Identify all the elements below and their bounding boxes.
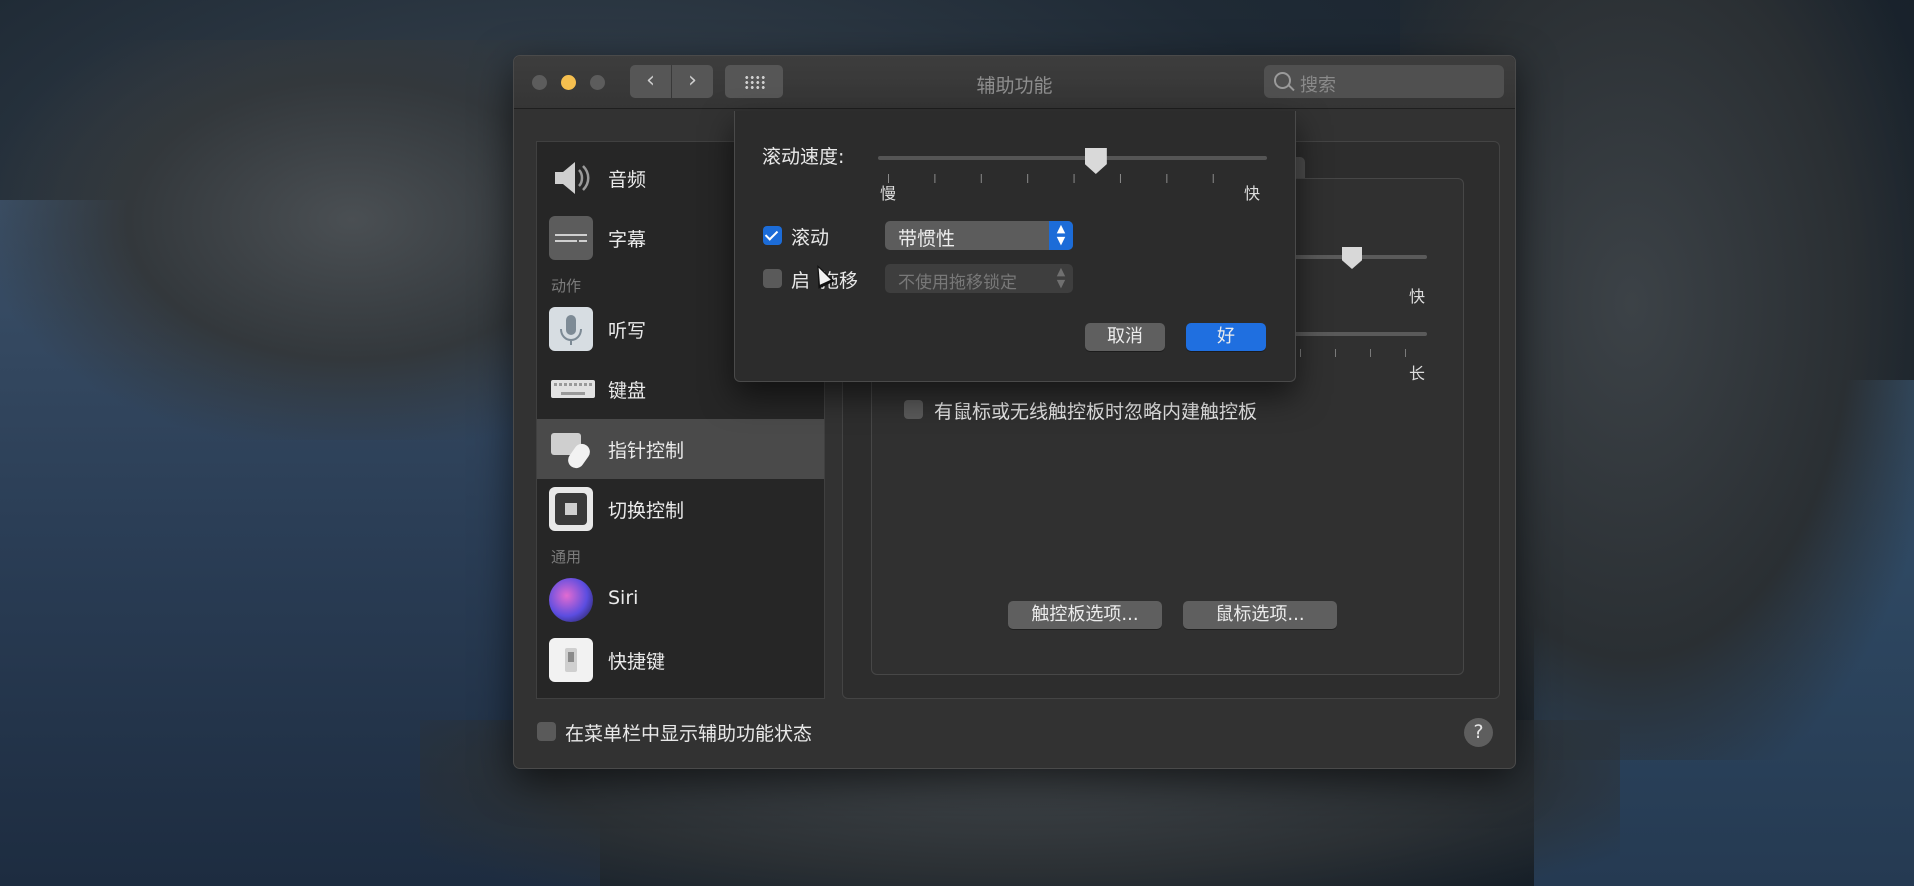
scroll-speed-slider[interactable]	[878, 156, 1267, 160]
title-bar: ‹ › 辅助功能 搜索	[514, 56, 1515, 109]
keyboard-icon	[549, 367, 595, 411]
scroll-speed-min-label: 慢	[880, 184, 897, 203]
scroll-speed-thumb[interactable]	[1084, 148, 1107, 174]
pointer-control-icon	[549, 427, 593, 471]
sidebar-item-switch-control[interactable]: 切换控制	[537, 479, 824, 539]
switch-control-icon	[549, 487, 593, 531]
sidebar-item-shortcut[interactable]: 快捷键	[537, 630, 824, 690]
scroll-inertia-popup[interactable]: 带惯性 ▲ ▼	[885, 221, 1073, 250]
scroll-label: 滚动	[791, 227, 830, 249]
section-header-motor: 动作	[551, 277, 582, 295]
shortcut-icon	[549, 638, 593, 682]
mouse-options-button[interactable]: 鼠标选项...	[1183, 601, 1337, 629]
enable-drag-label-start: 启	[791, 270, 811, 292]
sidebar-item-label: 音频	[608, 169, 647, 191]
ignore-trackpad-checkbox[interactable]	[904, 400, 923, 419]
section-header-general: 通用	[551, 548, 582, 566]
drag-lock-popup[interactable]: 不使用拖移锁定 ▲ ▼	[885, 264, 1073, 293]
captions-icon	[549, 216, 593, 260]
speaker-icon	[549, 156, 593, 200]
ignore-trackpad-label: 有鼠标或无线触控板时忽略内建触控板	[934, 401, 1258, 423]
sidebar-item-siri[interactable]: Siri	[537, 570, 824, 630]
siri-icon	[549, 578, 593, 622]
search-field[interactable]: 搜索	[1264, 65, 1504, 98]
show-status-checkbox[interactable]	[537, 722, 556, 741]
help-icon: ?	[1473, 721, 1484, 743]
trackpad-options-button[interactable]: 触控板选项...	[1008, 601, 1162, 629]
sidebar-item-label: 字幕	[608, 229, 647, 251]
cancel-button[interactable]: 取消	[1085, 323, 1165, 351]
show-status-label: 在菜单栏中显示辅助功能状态	[565, 723, 813, 745]
sidebar-item-label: Siri	[608, 587, 639, 609]
scroll-checkbox[interactable]	[763, 226, 782, 245]
slider-max-label-long: 长	[1409, 364, 1426, 383]
double-click-speed-thumb[interactable]	[1342, 247, 1362, 269]
sidebar-item-label: 听写	[608, 320, 647, 342]
spring-delay-slider[interactable]	[1292, 332, 1427, 336]
help-button[interactable]: ?	[1464, 718, 1493, 747]
trackpad-options-sheet: 滚动速度: 慢 快 滚动 带惯性 ▲ ▼ 启 拖移 不使用拖移锁定 ▲ ▼ 取消 好	[734, 111, 1296, 382]
sidebar-item-label: 键盘	[608, 380, 647, 402]
scroll-speed-max-label: 快	[1244, 184, 1261, 203]
microphone-icon	[549, 307, 593, 351]
sidebar-item-label: 指针控制	[608, 440, 685, 462]
updown-arrows-icon: ▲ ▼	[1049, 221, 1073, 250]
sidebar-item-pointer-control[interactable]: 指针控制	[537, 419, 824, 479]
enable-drag-checkbox[interactable]	[763, 269, 782, 288]
popup-value: 带惯性	[898, 228, 956, 250]
search-icon	[1274, 72, 1291, 89]
slider-max-label-fast: 快	[1409, 287, 1426, 306]
updown-arrows-icon: ▲ ▼	[1056, 265, 1066, 290]
slider-ticks	[1300, 349, 1427, 357]
search-placeholder: 搜索	[1300, 75, 1336, 96]
scroll-speed-label: 滚动速度:	[762, 146, 845, 168]
sidebar-item-label: 切换控制	[608, 500, 685, 522]
ok-button[interactable]: 好	[1186, 323, 1266, 351]
scroll-speed-ticks	[888, 174, 1259, 183]
sidebar-item-label: 快捷键	[608, 651, 666, 673]
popup-value: 不使用拖移锁定	[898, 273, 1017, 293]
